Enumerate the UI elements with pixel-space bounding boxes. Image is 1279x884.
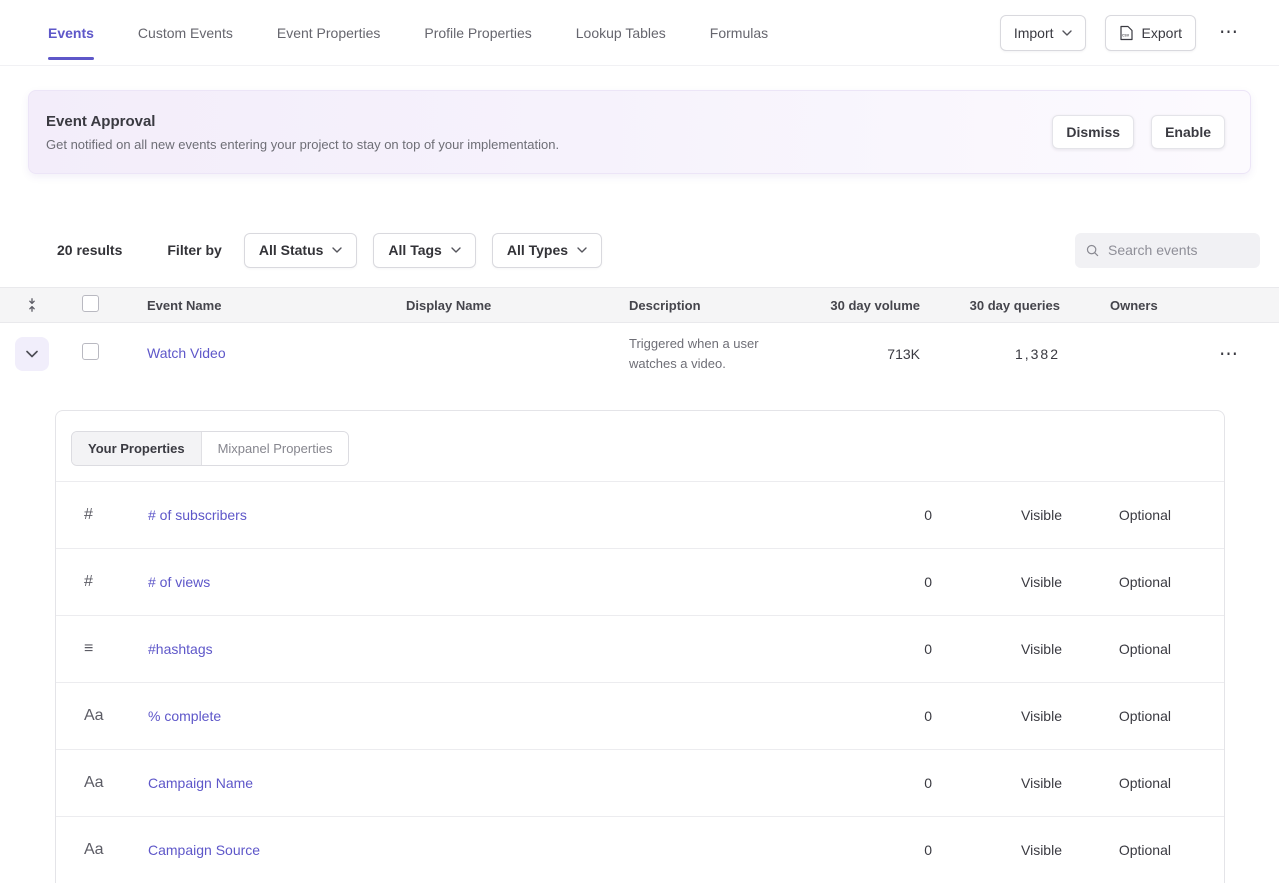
property-row: Aa % complete 0 Visible Optional	[56, 682, 1224, 749]
csv-file-icon: csv	[1119, 25, 1134, 41]
property-requirement: Optional	[1062, 507, 1171, 523]
property-type-icon: Aa	[84, 775, 104, 791]
property-row: # # of views 0 Visible Optional	[56, 548, 1224, 615]
property-requirement: Optional	[1062, 641, 1171, 657]
property-count: 0	[832, 708, 932, 724]
property-name-link[interactable]: #hashtags	[148, 641, 832, 657]
column-header-description[interactable]: Description	[613, 298, 805, 313]
property-requirement: Optional	[1062, 574, 1171, 590]
property-visibility: Visible	[932, 842, 1062, 858]
chevron-down-icon	[1062, 30, 1072, 36]
event-approval-banner: Event Approval Get notified on all new e…	[28, 90, 1251, 174]
tab-events[interactable]: Events	[48, 0, 94, 65]
results-count: 20 results	[57, 242, 122, 258]
property-visibility: Visible	[932, 708, 1062, 724]
tab-formulas[interactable]: Formulas	[710, 0, 768, 65]
tags-filter-label: All Tags	[388, 242, 441, 258]
nav-more-button[interactable]: ⋯	[1215, 17, 1243, 48]
chevron-down-icon	[26, 350, 38, 358]
property-name-link[interactable]: # of views	[148, 574, 832, 590]
property-row: # # of subscribers 0 Visible Optional	[56, 481, 1224, 548]
tab-event-properties[interactable]: Event Properties	[277, 0, 381, 65]
property-requirement: Optional	[1062, 775, 1171, 791]
tab-profile-properties[interactable]: Profile Properties	[424, 0, 531, 65]
import-button-label: Import	[1014, 25, 1054, 41]
column-header-display-name[interactable]: Display Name	[390, 298, 613, 313]
tab-mixpanel-properties[interactable]: Mixpanel Properties	[201, 432, 349, 465]
export-button[interactable]: csv Export	[1105, 15, 1196, 51]
banner-title: Event Approval	[46, 113, 559, 130]
nav-tabs: Events Custom Events Event Properties Pr…	[48, 0, 768, 65]
property-name-link[interactable]: # of subscribers	[148, 507, 832, 523]
types-filter-label: All Types	[507, 242, 568, 258]
property-row: ≡ #hashtags 0 Visible Optional	[56, 615, 1224, 682]
property-type-icon: #	[84, 574, 93, 590]
column-header-30-day-queries[interactable]: 30 day queries	[920, 298, 1060, 313]
properties-tab-group: Your Properties Mixpanel Properties	[71, 431, 349, 466]
events-table-header: Event Name Display Name Description 30 d…	[0, 287, 1279, 323]
property-count: 0	[832, 842, 932, 858]
column-header-30-day-volume[interactable]: 30 day volume	[805, 298, 920, 313]
collapse-all-icon[interactable]	[25, 298, 39, 312]
property-visibility: Visible	[932, 574, 1062, 590]
collapse-row-button[interactable]	[15, 337, 49, 371]
property-name-link[interactable]: Campaign Name	[148, 775, 832, 791]
property-visibility: Visible	[932, 775, 1062, 791]
status-filter-dropdown[interactable]: All Status	[244, 233, 358, 268]
property-requirement: Optional	[1062, 842, 1171, 858]
enable-button[interactable]: Enable	[1151, 115, 1225, 149]
property-row: Aa Campaign Name 0 Visible Optional	[56, 749, 1224, 816]
property-list: # # of subscribers 0 Visible Optional # …	[56, 481, 1224, 883]
tags-filter-dropdown[interactable]: All Tags	[373, 233, 475, 268]
property-name-link[interactable]: % complete	[148, 708, 832, 724]
search-input[interactable]	[1108, 242, 1249, 258]
types-filter-dropdown[interactable]: All Types	[492, 233, 602, 268]
property-row: Aa Campaign Source 0 Visible Optional	[56, 816, 1224, 883]
property-type-icon: #	[84, 507, 93, 523]
top-navigation: Events Custom Events Event Properties Pr…	[0, 0, 1279, 66]
volume-value: 713K	[805, 346, 920, 362]
search-icon	[1086, 243, 1099, 258]
dismiss-button[interactable]: Dismiss	[1052, 115, 1134, 149]
nav-actions: Import csv Export ⋯	[1000, 15, 1243, 51]
event-name-link[interactable]: Watch Video	[147, 345, 226, 361]
tab-lookup-tables[interactable]: Lookup Tables	[576, 0, 666, 65]
property-type-icon: ≡	[84, 641, 93, 657]
property-name-link[interactable]: Campaign Source	[148, 842, 832, 858]
filter-bar: 20 results Filter by All Status All Tags…	[0, 232, 1279, 268]
properties-tab-bar: Your Properties Mixpanel Properties	[56, 411, 1224, 481]
property-requirement: Optional	[1062, 708, 1171, 724]
chevron-down-icon	[577, 247, 587, 253]
property-count: 0	[832, 775, 932, 791]
property-count: 0	[832, 574, 932, 590]
queries-value: 1,382	[920, 346, 1060, 362]
svg-text:csv: csv	[1122, 33, 1130, 38]
tab-custom-events[interactable]: Custom Events	[138, 0, 233, 65]
property-visibility: Visible	[932, 641, 1062, 657]
column-header-event-name[interactable]: Event Name	[131, 298, 390, 313]
tab-your-properties[interactable]: Your Properties	[72, 432, 201, 465]
banner-text: Event Approval Get notified on all new e…	[46, 113, 559, 152]
banner-description: Get notified on all new events entering …	[46, 137, 559, 152]
event-description: Triggered when a user watches a video.	[613, 334, 805, 374]
column-header-owners[interactable]: Owners	[1060, 298, 1279, 313]
banner-actions: Dismiss Enable	[1052, 115, 1225, 149]
properties-panel: Your Properties Mixpanel Properties # # …	[55, 410, 1225, 883]
row-more-button[interactable]: ⋯	[1215, 339, 1243, 370]
property-visibility: Visible	[932, 507, 1062, 523]
row-checkbox[interactable]	[82, 343, 99, 360]
filter-by-label: Filter by	[167, 242, 221, 258]
search-box	[1075, 233, 1260, 268]
event-row-watch-video: Watch Video Triggered when a user watche…	[0, 323, 1279, 385]
property-count: 0	[832, 507, 932, 523]
chevron-down-icon	[332, 247, 342, 253]
status-filter-label: All Status	[259, 242, 324, 258]
chevron-down-icon	[451, 247, 461, 253]
property-type-icon: Aa	[84, 842, 104, 858]
export-button-label: Export	[1142, 25, 1182, 41]
select-all-checkbox[interactable]	[82, 295, 99, 312]
property-count: 0	[832, 641, 932, 657]
property-type-icon: Aa	[84, 708, 104, 724]
import-button[interactable]: Import	[1000, 15, 1086, 51]
